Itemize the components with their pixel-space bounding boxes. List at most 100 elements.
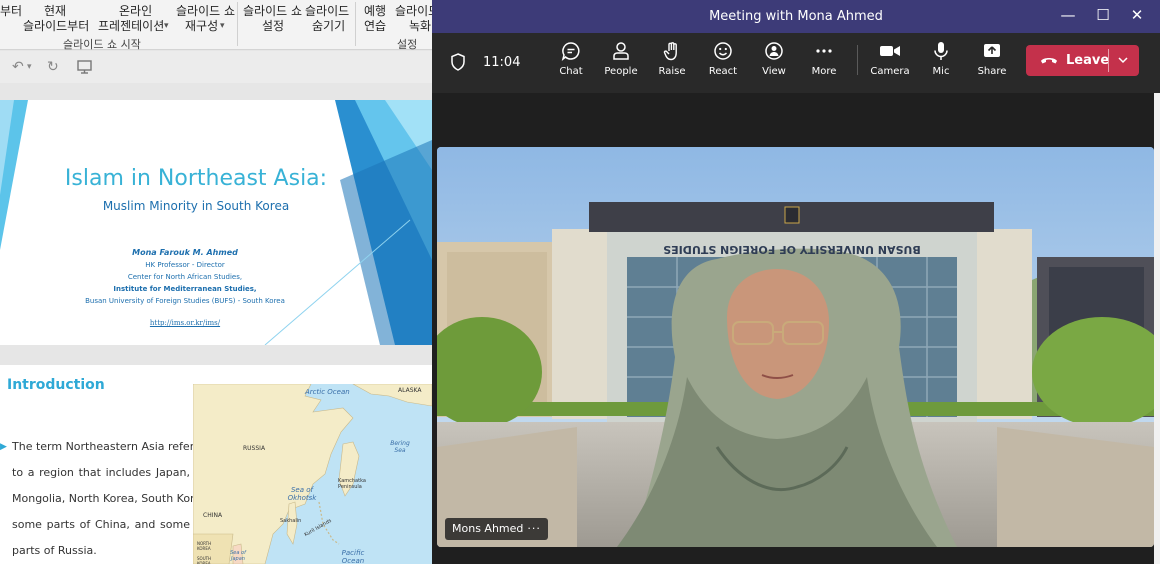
background-window-edge — [1154, 93, 1160, 564]
building-sign: BUSAN UNIVERSITY OF FOREIGN STUDIES — [663, 243, 921, 256]
online-present-button-line1[interactable]: 온라인 — [119, 4, 152, 18]
chat-icon — [561, 42, 580, 61]
more-label: More — [811, 66, 837, 77]
setup-group-label: 설정 — [397, 38, 418, 51]
from-current-button-line1[interactable]: 현재 — [44, 4, 66, 18]
minimize-icon[interactable]: — — [1056, 6, 1080, 24]
mic-label: Mic — [932, 66, 950, 77]
author-center: Center for North African Studies, — [127, 273, 243, 281]
shield-icon[interactable] — [450, 53, 466, 75]
author-name: Mona Farouk M. Ahmed — [132, 248, 238, 257]
map-label-alaska: ALASKA — [398, 387, 422, 394]
map-label-arctic: Arctic Ocean — [305, 388, 350, 396]
map-label-pacific: Pacific Ocean — [341, 549, 365, 564]
view-icon — [765, 42, 783, 60]
map-label-china: CHINA — [203, 512, 223, 519]
share-button[interactable]: Share — [967, 41, 1017, 77]
raise-hand-icon — [663, 42, 677, 61]
chevron-down-icon[interactable] — [1116, 53, 1130, 67]
redo-icon[interactable]: ↻ — [47, 59, 59, 75]
mic-icon — [934, 42, 948, 60]
window-title: Meeting with Mona Ahmed — [709, 9, 883, 24]
meeting-timer: 11:04 — [483, 55, 521, 70]
custom-show-button-line2[interactable]: 재구성 — [185, 19, 218, 33]
hide-slide-button-line1[interactable]: 슬라이드 — [305, 4, 349, 18]
setup-show-button-line1[interactable]: 슬라이드 쇼 — [243, 4, 302, 18]
share-screen-icon — [984, 44, 1000, 57]
bullet-text-line: some parts of China, and some — [12, 518, 190, 531]
author-position: HK Professor - Director — [145, 261, 225, 269]
map-landmass-shapes — [193, 384, 432, 564]
bullet-arrow-icon: ▶ — [0, 442, 7, 452]
custom-show-dropdown-icon[interactable]: ▾ — [220, 19, 225, 33]
ribbon-divider — [355, 2, 356, 46]
map-label-south-korea: SOUTH KOREA — [197, 556, 212, 564]
online-present-button-line2[interactable]: 프레젠테이션 — [98, 19, 164, 33]
map-label-north-korea: NORTH KOREA — [197, 541, 212, 551]
people-button[interactable]: People — [596, 41, 646, 77]
react-button[interactable]: React — [698, 41, 748, 77]
slide-decoration-shapes — [0, 100, 432, 345]
map-label-okhotsk: Sea of Okhotsk — [287, 486, 317, 502]
react-smiley-icon — [714, 42, 732, 60]
slide-thumbnail-title[interactable]: Islam in Northeast Asia: Muslim Minority… — [0, 100, 432, 345]
share-label: Share — [977, 66, 1007, 77]
map-label-bering: Bering Sea — [390, 440, 410, 454]
author-institute: Institute for Mediterranean Studies, — [113, 285, 257, 293]
from-beginning-button[interactable]: 부터 — [0, 4, 22, 18]
window-titlebar: Meeting with Mona Ahmed — ☐ ✕ — [432, 0, 1160, 33]
northeast-asia-map: Arctic Ocean ALASKA RUSSIA Bering Sea Se… — [193, 384, 432, 564]
participant-video-tile[interactable]: BUSAN UNIVERSITY OF FOREIGN STUDIES Mons… — [437, 147, 1154, 547]
teams-meeting-window: Meeting with Mona Ahmed — ☐ ✕ 11:04 Chat… — [432, 0, 1160, 564]
start-slideshow-group-label: 슬라이드 쇼 시작 — [63, 38, 141, 51]
bullet-text-line: to a region that includes Japan, — [12, 466, 190, 479]
leave-label: Leave — [1066, 53, 1110, 68]
camera-icon — [880, 46, 900, 56]
chat-button[interactable]: Chat — [546, 41, 596, 77]
mic-button[interactable]: Mic — [916, 41, 966, 77]
hide-slide-button-line2[interactable]: 숨기기 — [312, 19, 345, 33]
author-university: Busan University of Foreign Studies (BUF… — [85, 297, 285, 305]
ribbon-divider — [237, 2, 238, 46]
participant-name-chip[interactable]: Mons Ahmed ··· — [445, 518, 548, 540]
start-from-beginning-icon[interactable] — [77, 59, 93, 79]
participant-name: Mons Ahmed — [452, 522, 524, 535]
more-options-icon[interactable]: ··· — [527, 522, 541, 535]
chat-label: Chat — [559, 66, 583, 77]
website-link[interactable]: http://ims.or.kr/ims/ — [0, 319, 370, 327]
online-present-dropdown-icon[interactable]: ▾ — [164, 19, 169, 33]
map-label-sakhalin: Sakhalin — [280, 518, 302, 524]
leave-button[interactable]: Leave — [1026, 45, 1139, 76]
setup-show-button-line2[interactable]: 설정 — [262, 19, 284, 33]
slide-subtitle: Muslim Minority in South Korea — [102, 199, 290, 213]
camera-label: Camera — [870, 66, 910, 77]
camera-button[interactable]: Camera — [865, 41, 915, 77]
slide-thumbnail-introduction[interactable]: Introduction ▶ The term Northeastern Asi… — [0, 365, 432, 564]
bullet-text-line: The term Northeastern Asia refers — [12, 440, 200, 453]
undo-dropdown-icon[interactable]: ▾ — [27, 62, 32, 72]
view-button[interactable]: View — [749, 41, 799, 77]
rehearse-button-line2[interactable]: 연습 — [364, 19, 386, 33]
building-sign-text: BUSAN UNIVERSITY OF FOREIGN STUDIES — [663, 243, 921, 256]
record-slide-button-line1[interactable]: 슬라이드 — [395, 4, 432, 18]
quick-access-toolbar: ↶ ▾ ↻ — [0, 51, 432, 83]
people-label: People — [604, 66, 638, 77]
rehearse-button-line1[interactable]: 예행 — [364, 4, 386, 18]
hang-up-icon — [1041, 58, 1057, 64]
undo-icon[interactable]: ↶ — [12, 59, 24, 75]
close-icon[interactable]: ✕ — [1125, 6, 1149, 24]
bullet-text-line: parts of Russia. — [12, 544, 97, 557]
react-label: React — [708, 66, 738, 77]
maximize-icon[interactable]: ☐ — [1091, 6, 1115, 24]
more-button[interactable]: More — [799, 41, 849, 77]
more-dots-icon — [816, 49, 832, 53]
map-label-sea-japan: Sea of Japan — [230, 550, 246, 562]
meeting-toolbar: 11:04 Chat People Raise React View More — [432, 33, 1160, 93]
raise-hand-button[interactable]: Raise — [647, 41, 697, 77]
leave-divider — [1108, 49, 1109, 72]
toolbar-divider — [857, 45, 858, 75]
slide-title: Introduction — [7, 377, 105, 393]
from-current-button-line2[interactable]: 슬라이드부터 — [23, 19, 89, 33]
record-slide-button-line2[interactable]: 녹화 — [409, 19, 431, 33]
custom-show-button-line1[interactable]: 슬라이드 쇼 — [176, 4, 235, 18]
